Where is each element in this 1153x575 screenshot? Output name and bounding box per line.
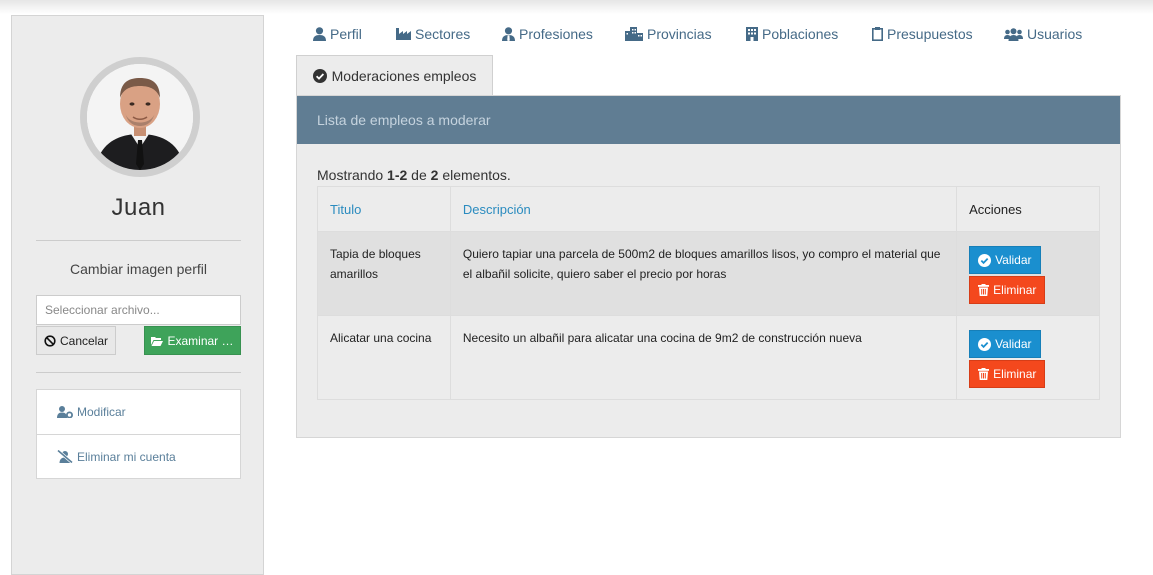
building-icon — [746, 27, 758, 41]
tab-label: Poblaciones — [762, 26, 839, 42]
city-icon — [625, 27, 643, 41]
cell-descripcion: Necesito un albañil para alicatar una co… — [449, 315, 958, 400]
table-row: Tapia de bloques amarillos Quiero tapiar… — [317, 231, 1100, 316]
user-cog-icon — [57, 406, 73, 418]
divider — [36, 240, 241, 241]
tab-label: Usuarios — [1027, 26, 1083, 42]
tab-perfil[interactable]: Perfil — [313, 26, 362, 42]
tab-poblaciones[interactable]: Poblaciones — [746, 26, 838, 42]
menu-item-label: Modificar — [77, 405, 126, 419]
user-icon — [313, 27, 326, 41]
check-circle-icon — [312, 68, 327, 83]
user-name: Juan — [111, 194, 166, 221]
tab-usuarios[interactable]: Usuarios — [1004, 26, 1082, 42]
jobs-table: Titulo Descripción Acciones Tapia de blo… — [317, 186, 1100, 400]
avatar-photo — [87, 64, 193, 170]
delete-button[interactable]: Eliminar — [969, 276, 1046, 304]
tab-moderaciones-empleos[interactable]: Moderaciones empleos — [296, 55, 493, 95]
folder-open-icon — [151, 336, 164, 346]
menu-item-label: Eliminar mi cuenta — [77, 449, 176, 464]
tab-bar: Perfil Sectores Profesiones Provincias P… — [296, 20, 1120, 96]
cell-titulo: Tapia de bloques amarillos — [317, 231, 451, 316]
tab-sectores[interactable]: Sectores — [396, 26, 470, 42]
validate-button[interactable]: Validar — [969, 330, 1041, 358]
table-header-row: Titulo Descripción Acciones — [317, 186, 1100, 232]
tab-profesiones[interactable]: Profesiones — [502, 26, 593, 42]
tab-label: Sectores — [415, 26, 471, 42]
tab-label: Profesiones — [519, 26, 593, 42]
delete-label: Eliminar — [993, 283, 1037, 297]
trash-icon — [978, 284, 990, 296]
results-summary: Mostrando 1-2 de 2 elementos. — [317, 167, 511, 183]
tab-label: Perfil — [330, 26, 362, 42]
validate-label: Validar — [995, 253, 1032, 267]
avatar — [80, 57, 200, 177]
user-slash-icon — [57, 450, 73, 463]
account-menu: Modificar Eliminar mi cuenta — [36, 389, 241, 479]
tab-provincias[interactable]: Provincias — [625, 26, 712, 42]
delete-label: Eliminar — [993, 367, 1037, 381]
browse-button[interactable]: Examinar … — [144, 326, 241, 355]
check-circle-icon — [978, 253, 992, 267]
column-header-descripcion[interactable]: Descripción — [449, 186, 958, 232]
panel-title: Lista de empleos a moderar — [297, 96, 1120, 144]
tab-label: Presupuestos — [887, 26, 973, 42]
change-image-label: Cambiar imagen perfil — [70, 261, 207, 277]
clipboard-icon — [872, 27, 883, 41]
divider — [36, 372, 241, 373]
cancel-label: Cancelar — [59, 333, 109, 348]
column-header-titulo[interactable]: Titulo — [317, 186, 451, 232]
tab-presupuestos[interactable]: Presupuestos — [872, 26, 973, 42]
cell-acciones: Validar Eliminar — [956, 231, 1100, 316]
profile-sidebar: Juan Cambiar imagen perfil Seleccionar a… — [11, 15, 264, 575]
top-shade — [0, 0, 1153, 14]
cell-titulo: Alicatar una cocina — [317, 315, 451, 400]
users-icon — [1004, 27, 1023, 41]
trash-icon — [978, 368, 990, 380]
menu-item-eliminar-cuenta[interactable]: Eliminar mi cuenta — [37, 434, 240, 478]
moderation-panel: Lista de empleos a moderar Mostrando 1-2… — [296, 95, 1121, 438]
menu-item-modificar[interactable]: Modificar — [37, 390, 240, 434]
column-header-acciones: Acciones — [956, 186, 1100, 232]
tab-label: Provincias — [647, 26, 712, 42]
file-input[interactable]: Seleccionar archivo... — [36, 295, 241, 325]
user-tie-icon — [502, 27, 515, 41]
delete-button[interactable]: Eliminar — [969, 360, 1046, 388]
ban-icon — [44, 334, 56, 347]
table-row: Alicatar una cocina Necesito un albañil … — [317, 315, 1100, 400]
validate-label: Validar — [995, 337, 1032, 351]
industry-icon — [396, 28, 411, 40]
tab-label: Moderaciones empleos — [331, 67, 477, 84]
browse-label: Examinar … — [167, 333, 234, 348]
check-circle-icon — [978, 337, 992, 351]
cell-acciones: Validar Eliminar — [956, 315, 1100, 400]
cancel-button[interactable]: Cancelar — [36, 326, 116, 355]
validate-button[interactable]: Validar — [969, 246, 1041, 274]
cell-descripcion: Quiero tapiar una parcela de 500m2 de bl… — [449, 231, 958, 316]
